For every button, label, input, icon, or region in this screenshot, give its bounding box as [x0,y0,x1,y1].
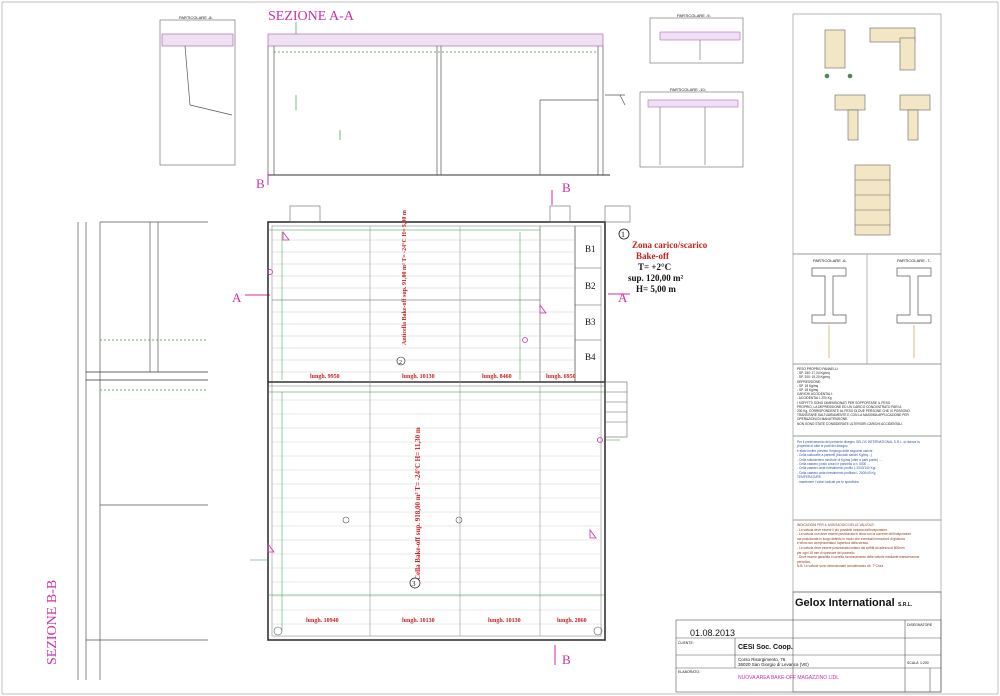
zone2-number: 2 [399,360,402,366]
client-label: CLIENTE: [678,641,694,645]
note-line: NON SONO STATE CONSIDERATE ULTERIORI CAR… [797,421,903,426]
panel-length-label: lungh. 10130 [488,618,521,624]
note-line: - Deve essere garantito il corretto funz… [797,555,920,560]
bay-label: B3 [585,317,596,327]
zone1-number: 1 [621,230,625,239]
project-name: NUOVA AREA BAKE-OFF MAGAZZINO LIDL [738,675,839,681]
zone3-label: Cella Bake-off sup. 918,00 m² T= -24°C H… [414,427,422,580]
zone1-temp: T= +2°C [638,262,671,272]
zone1-area: sup. 120,00 m² [628,273,684,283]
bay-label: B1 [585,244,596,254]
cut-marker-b-top-right: B [562,180,571,195]
section-aa-title: SEZIONE A-A [268,9,355,24]
zone2-label: Anticella Bake-off sup. 91,00 m² T= -24°… [401,210,408,345]
client-name: CESI Soc. Coop. [738,644,793,651]
section-bb-title: SEZIONE B-B [45,580,60,665]
bay-label: B4 [585,352,596,362]
panel-length-label: lungh. 8460 [482,374,512,380]
zone1-subname: Bake-off [636,251,670,261]
company-suffix: S.R.L. [898,602,913,608]
client-address-2: 36020 San Giorgio di Levanca (VE) [738,662,809,667]
scale-label: SCALA [907,661,919,665]
detail-particolari-top [639,17,744,168]
note-line: - mantenere i valori indicati per le spe… [797,479,860,484]
particolare-9-label: PARTICOLARE -9- [677,13,712,18]
note-line: N.B. Le valvole sono dimensionate consid… [797,564,884,569]
panel-length-label: lungh. 10940 [306,618,339,624]
cut-marker-a-right: A [618,290,628,305]
section-bb [77,221,208,680]
cut-marker-b-bottom: B [562,652,571,667]
particolare-7-label: PARTICOLARE -7- [897,258,932,263]
cut-markers [245,172,630,665]
particolare-10-label: PARTICOLARE -10- [670,87,707,92]
bay-label: B2 [585,281,596,291]
notes-loads: PESO PROPRIO PANNELLI: - SP. 150: 17,04 … [797,367,937,426]
panel-length-label: lungh. 6950 [546,374,576,380]
scale-value: 1:200 [920,661,929,665]
zone1-name: Zona carico/scarico [632,240,708,250]
notes-valves: INDICAZIONI PER IL MONTAGGIO DELLE VALVO… [797,523,937,569]
section-aa [159,19,626,176]
zone1-height: H= 5,00 m [636,284,676,294]
particolare-8-label: PARTICOLARE -8- [179,15,214,20]
cut-marker-a-left: A [232,290,242,305]
zone3-number: 3 [412,580,416,588]
particolare-6-label: PARTICOLARE -6- [813,258,848,263]
panel-length-label: lungh. 2860 [557,618,587,624]
panel-length-label: lungh. 10130 [402,374,435,380]
project-label: ELABORATO: [678,670,700,674]
i-profile-details [811,267,932,358]
drawing-date: 01.08.2013 [690,628,735,638]
panel-length-label: lungh. 10130 [402,618,435,624]
drawing-sheet: SEZIONE A-A B B B A A PARTICOLARE -9- PA… [1,1,999,695]
panel-length-label: lungh. 9950 [310,374,340,380]
notes-materials: Per il prelevamento del presente disegno… [797,440,937,484]
floor-plan [250,205,631,641]
company-name: Gelox International [795,597,895,609]
panel-junction-details [824,27,931,236]
cut-marker-b-top-left: B [256,176,265,191]
drawn-by-label: DISEGNATORE [907,623,933,627]
